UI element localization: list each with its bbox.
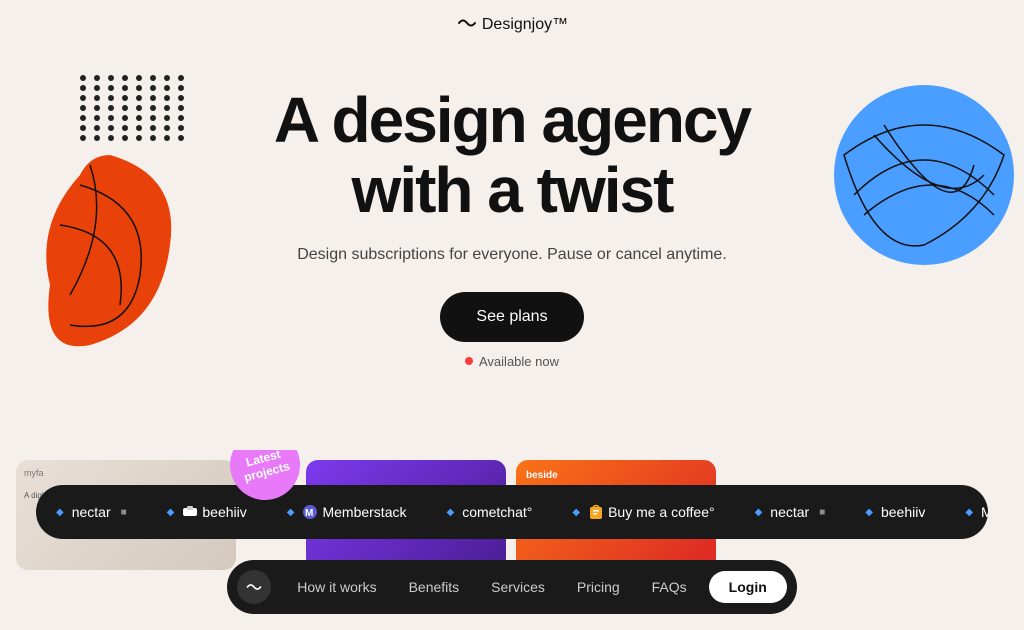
nav-link-benefits[interactable]: Benefits xyxy=(395,571,474,603)
ticker-diamond: ◆ xyxy=(755,507,763,518)
available-badge: Available now xyxy=(465,354,559,369)
ticker-diamond: ◆ xyxy=(287,507,295,518)
nav-pill: How it works Benefits Services Pricing F… xyxy=(227,560,797,614)
ticker-diamond: ◆ xyxy=(865,507,873,518)
nav-link-services[interactable]: Services xyxy=(477,571,559,603)
hero-subtitle: Design subscriptions for everyone. Pause… xyxy=(297,246,727,264)
logo-icon xyxy=(456,14,478,35)
ticker-diamond: ◆ xyxy=(572,507,580,518)
ticker-item: ◆ nectar ■ xyxy=(735,504,846,520)
ticker-item: ◆ M Memberstack xyxy=(267,504,427,520)
ticker-item: ◆ beehiiv xyxy=(845,504,945,520)
top-bar: Designjoy™ xyxy=(0,0,1024,45)
svg-text:M: M xyxy=(305,508,313,519)
ticker-item: ◆ cometchat° xyxy=(426,504,552,520)
ticker-bar: ◆ nectar ■ ◆ beehiiv ◆ M Memberstack ◆ xyxy=(36,485,988,539)
hero-title: A design agency with a twist xyxy=(274,85,750,226)
dot-decoration xyxy=(80,75,160,155)
red-shape-decoration xyxy=(30,145,160,325)
blue-shape-decoration xyxy=(824,75,1004,255)
available-dot xyxy=(465,357,473,365)
logo-text: Designjoy™ xyxy=(482,16,568,34)
ticker-diamond: ◆ xyxy=(446,507,454,518)
ticker-diamond: ◆ xyxy=(167,507,175,518)
ticker-inner: ◆ nectar ■ ◆ beehiiv ◆ M Memberstack ◆ xyxy=(36,503,988,521)
ticker-diamond: ◆ xyxy=(56,507,64,518)
nav-login-button[interactable]: Login xyxy=(709,571,787,603)
nav-link-how-it-works[interactable]: How it works xyxy=(283,571,390,603)
nav-logo-button[interactable] xyxy=(237,570,271,604)
logo: Designjoy™ xyxy=(456,14,568,35)
ticker-item: ◆ nectar ■ xyxy=(36,504,147,520)
cta-button[interactable]: See plans xyxy=(440,292,583,342)
ticker-diamond: ◆ xyxy=(965,507,973,518)
bottom-nav: How it works Benefits Services Pricing F… xyxy=(0,550,1024,630)
nav-link-faqs[interactable]: FAQs xyxy=(638,571,701,603)
ticker-item: ◆ beehiiv xyxy=(147,504,267,520)
ticker-item: ◆ Memberstack xyxy=(945,504,988,520)
nav-link-pricing[interactable]: Pricing xyxy=(563,571,634,603)
ticker-item: ◆ Buy me a coffee° xyxy=(552,503,734,521)
available-text: Available now xyxy=(479,354,559,369)
